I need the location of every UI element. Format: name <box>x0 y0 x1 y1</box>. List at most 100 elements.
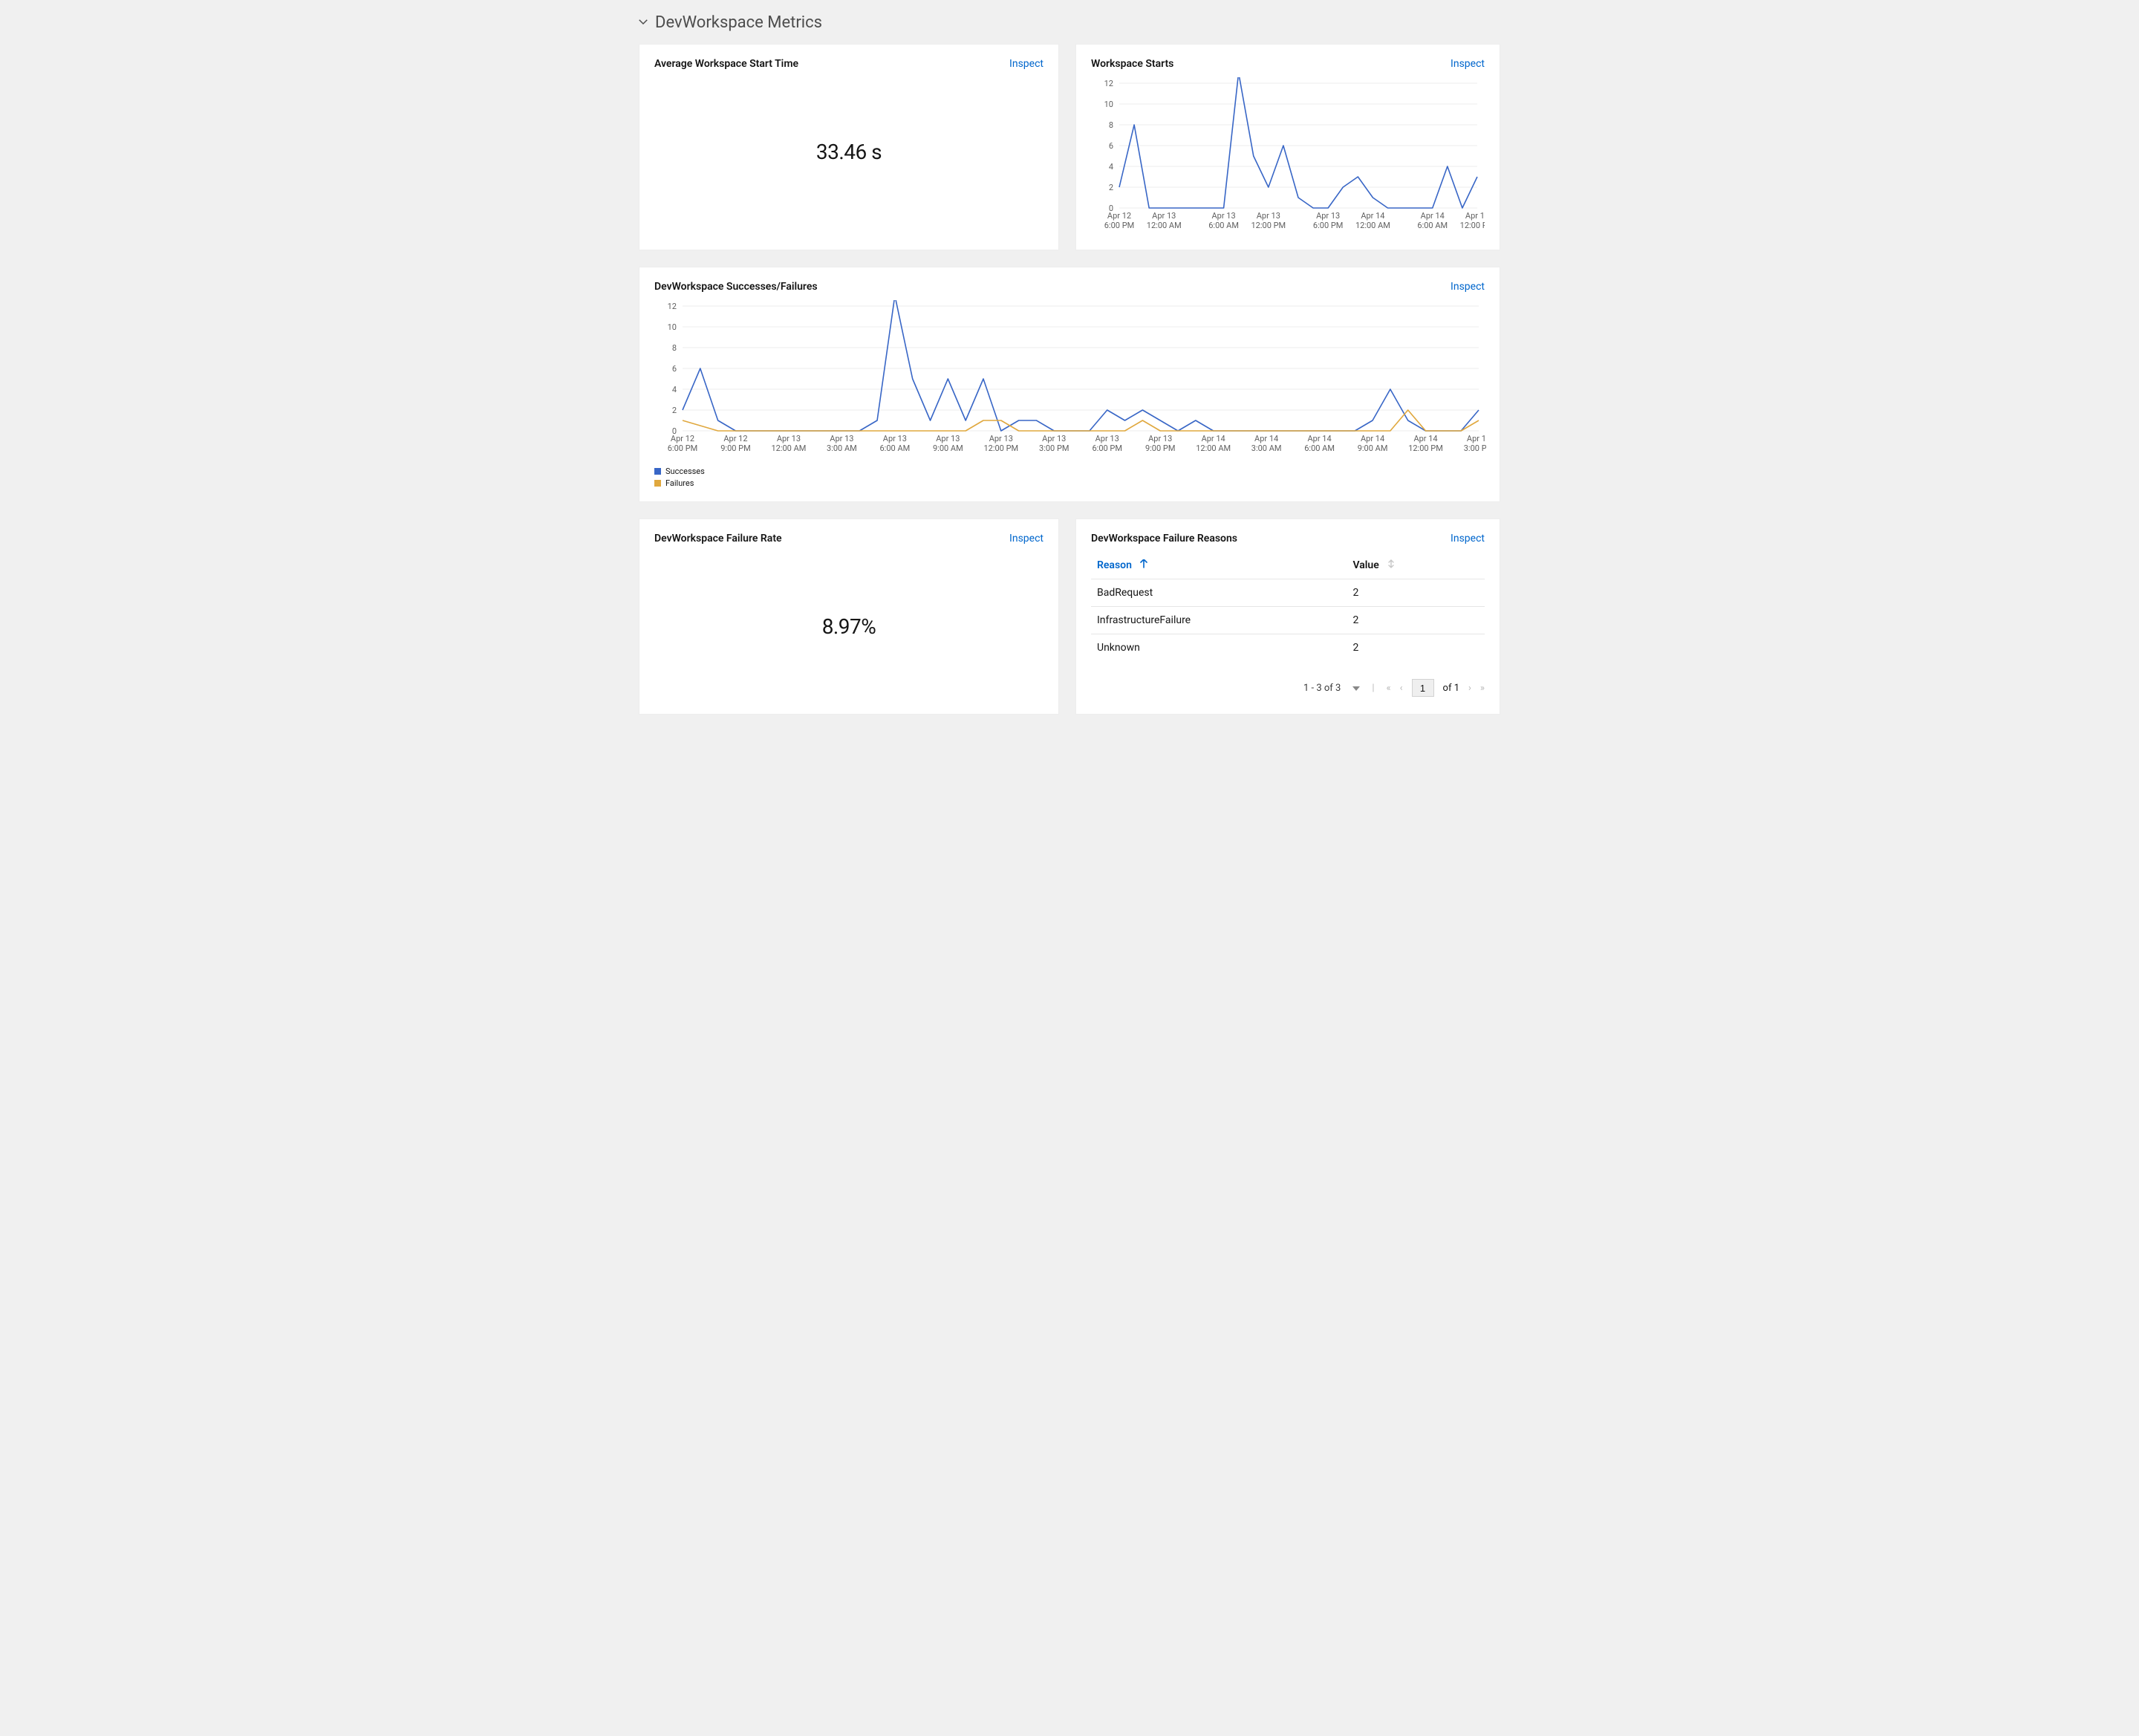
svg-text:Apr 13: Apr 13 <box>1257 211 1280 221</box>
first-page-button[interactable]: « <box>1387 683 1391 694</box>
page-number-input[interactable] <box>1412 679 1434 697</box>
svg-text:6:00 AM: 6:00 AM <box>1208 221 1239 230</box>
inspect-button[interactable]: Inspect <box>1009 58 1044 70</box>
svg-text:Apr 14: Apr 14 <box>1467 434 1486 443</box>
svg-text:12:00 PM: 12:00 PM <box>1408 443 1443 453</box>
table-row: BadRequest2 <box>1091 579 1485 607</box>
legend-swatch-icon <box>654 468 661 475</box>
svg-text:Apr 13: Apr 13 <box>830 434 853 443</box>
svg-text:4: 4 <box>672 385 677 394</box>
avg-start-value: 33.46 s <box>654 77 1044 226</box>
chevron-down-icon <box>639 17 648 29</box>
legend-swatch-icon <box>654 480 661 487</box>
svg-text:6:00 AM: 6:00 AM <box>1304 443 1335 453</box>
svg-text:Apr 13: Apr 13 <box>1042 434 1066 443</box>
svg-text:6:00 PM: 6:00 PM <box>668 443 697 453</box>
svg-text:6:00 PM: 6:00 PM <box>1313 221 1343 230</box>
svg-text:Apr 14: Apr 14 <box>1421 211 1445 221</box>
svg-text:Apr 13: Apr 13 <box>1148 434 1172 443</box>
svg-text:Apr 13: Apr 13 <box>989 434 1013 443</box>
svg-text:9:00 PM: 9:00 PM <box>720 443 750 453</box>
svg-text:Apr 13: Apr 13 <box>1211 211 1235 221</box>
svg-text:12:00 AM: 12:00 AM <box>1355 221 1390 230</box>
svg-text:Apr 13: Apr 13 <box>777 434 801 443</box>
inspect-button[interactable]: Inspect <box>1451 533 1485 544</box>
panel-title: DevWorkspace Failure Reasons <box>1091 533 1237 544</box>
svg-text:Apr 14: Apr 14 <box>1413 434 1437 443</box>
svg-text:12:00 PM: 12:00 PM <box>1251 221 1286 230</box>
pagination-summary[interactable]: 1 - 3 of 3 <box>1303 683 1341 694</box>
last-page-button[interactable]: » <box>1480 683 1485 694</box>
svg-text:3:00 PM: 3:00 PM <box>1464 443 1486 453</box>
svg-text:6:00 AM: 6:00 AM <box>1417 221 1448 230</box>
svg-text:12:00 PM: 12:00 PM <box>983 443 1018 453</box>
panel-title: DevWorkspace Successes/Failures <box>654 281 818 293</box>
svg-text:9:00 AM: 9:00 AM <box>1358 443 1388 453</box>
svg-text:Apr 13: Apr 13 <box>883 434 907 443</box>
svg-text:Apr 13: Apr 13 <box>936 434 960 443</box>
value-cell: 2 <box>1347 607 1485 634</box>
panel-failure-reasons: DevWorkspace Failure Reasons Inspect Rea… <box>1075 518 1500 715</box>
svg-text:Apr 14: Apr 14 <box>1465 211 1485 221</box>
legend-label: Failures <box>665 478 694 488</box>
svg-text:10: 10 <box>668 322 677 332</box>
table-header-value[interactable]: Value <box>1347 552 1485 579</box>
panel-workspace-starts: Workspace Starts Inspect 024681012Apr 12… <box>1075 44 1500 250</box>
sort-icon <box>1387 559 1395 571</box>
page-of-label: of 1 <box>1443 683 1459 694</box>
svg-text:Apr 13: Apr 13 <box>1152 211 1176 221</box>
workspace-starts-chart: 024681012Apr 126:00 PMApr 1312:00 AMApr … <box>1091 77 1485 233</box>
failure-reasons-table: Reason Value BadRequest2I <box>1091 552 1485 661</box>
legend: Successes Failures <box>654 466 1485 488</box>
svg-text:12:00 AM: 12:00 AM <box>1147 221 1182 230</box>
svg-text:12: 12 <box>668 302 677 311</box>
section-header[interactable]: DevWorkspace Metrics <box>639 13 1500 32</box>
inspect-button[interactable]: Inspect <box>1009 533 1044 544</box>
svg-text:Apr 14: Apr 14 <box>1254 434 1278 443</box>
svg-text:3:00 PM: 3:00 PM <box>1039 443 1069 453</box>
legend-label: Successes <box>665 466 705 476</box>
svg-text:9:00 AM: 9:00 AM <box>933 443 963 453</box>
svg-text:12:00 PM: 12:00 PM <box>1460 221 1485 230</box>
svg-text:6: 6 <box>672 364 677 374</box>
svg-text:4: 4 <box>1109 162 1113 172</box>
table-row: Unknown2 <box>1091 634 1485 662</box>
dropdown-caret-icon[interactable] <box>1352 683 1360 694</box>
svg-text:Apr 12: Apr 12 <box>671 434 694 443</box>
svg-text:12:00 AM: 12:00 AM <box>771 443 806 453</box>
svg-text:10: 10 <box>1104 100 1113 109</box>
reason-cell: Unknown <box>1091 634 1347 662</box>
table-row: InfrastructureFailure2 <box>1091 607 1485 634</box>
svg-text:Apr 14: Apr 14 <box>1361 434 1384 443</box>
inspect-button[interactable]: Inspect <box>1451 58 1485 70</box>
next-page-button[interactable]: › <box>1468 683 1471 694</box>
inspect-button[interactable]: Inspect <box>1451 281 1485 293</box>
table-header-label: Reason <box>1097 559 1132 571</box>
svg-text:Apr 14: Apr 14 <box>1308 434 1332 443</box>
svg-text:6:00 PM: 6:00 PM <box>1104 221 1134 230</box>
svg-text:6: 6 <box>1109 141 1113 151</box>
svg-text:Apr 12: Apr 12 <box>723 434 747 443</box>
svg-text:Apr 12: Apr 12 <box>1107 211 1131 221</box>
value-cell: 2 <box>1347 579 1485 607</box>
panel-failure-rate: DevWorkspace Failure Rate Inspect 8.97% <box>639 518 1059 715</box>
svg-text:Apr 13: Apr 13 <box>1095 434 1119 443</box>
table-header-reason[interactable]: Reason <box>1091 552 1347 579</box>
svg-text:6:00 PM: 6:00 PM <box>1092 443 1121 453</box>
legend-item: Successes <box>654 466 1485 476</box>
panel-title: Average Workspace Start Time <box>654 58 798 70</box>
section-title: DevWorkspace Metrics <box>655 13 822 32</box>
paginator: 1 - 3 of 3 | « ‹ of 1 › » <box>1091 679 1485 697</box>
prev-page-button[interactable]: ‹ <box>1400 683 1403 694</box>
svg-text:Apr 13: Apr 13 <box>1316 211 1340 221</box>
svg-text:Apr 14: Apr 14 <box>1361 211 1384 221</box>
panel-success-fail: DevWorkspace Successes/Failures Inspect … <box>639 267 1500 502</box>
panel-title: DevWorkspace Failure Rate <box>654 533 782 544</box>
panel-title: Workspace Starts <box>1091 58 1173 70</box>
svg-text:Apr 14: Apr 14 <box>1202 434 1225 443</box>
svg-text:12:00 AM: 12:00 AM <box>1196 443 1231 453</box>
reason-cell: InfrastructureFailure <box>1091 607 1347 634</box>
reason-cell: BadRequest <box>1091 579 1347 607</box>
svg-text:12: 12 <box>1104 79 1113 88</box>
svg-text:2: 2 <box>1109 183 1113 192</box>
